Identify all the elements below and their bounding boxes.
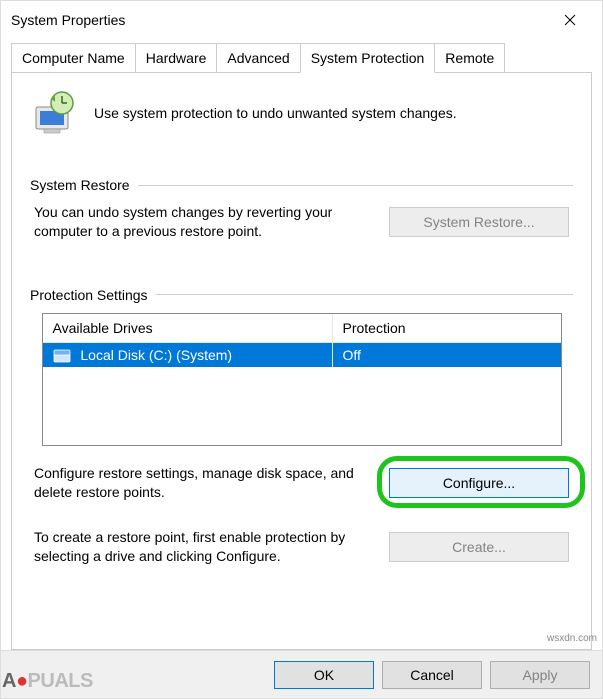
- system-restore-description: You can undo system changes by reverting…: [34, 203, 369, 241]
- dialog-footer: OK Cancel Apply: [1, 650, 602, 698]
- group-header: System Restore: [30, 177, 573, 193]
- drive-cell: Local Disk (C:) (System): [43, 343, 333, 367]
- system-restore-row: You can undo system changes by reverting…: [34, 203, 569, 241]
- tab-system-protection[interactable]: System Protection: [300, 43, 436, 73]
- group-system-restore: System Restore You can undo system chang…: [30, 177, 573, 241]
- table-row[interactable]: Local Disk (C:) (System) Off: [43, 343, 561, 367]
- cancel-button[interactable]: Cancel: [382, 661, 482, 689]
- tab-computer-name[interactable]: Computer Name: [11, 43, 136, 72]
- group-title-system-restore: System Restore: [30, 177, 130, 193]
- configure-row: Configure restore settings, manage disk …: [34, 464, 569, 502]
- intro-text: Use system protection to undo unwanted s…: [94, 105, 457, 121]
- system-properties-window: System Properties Computer Name Hardware…: [0, 0, 603, 699]
- tab-hardware[interactable]: Hardware: [135, 43, 218, 72]
- close-button[interactable]: [547, 5, 592, 35]
- tab-advanced[interactable]: Advanced: [216, 43, 300, 72]
- tab-bar: Computer Name Hardware Advanced System P…: [11, 43, 592, 73]
- table-empty-area: [43, 367, 561, 445]
- drive-icon: [53, 349, 71, 363]
- create-description: To create a restore point, first enable …: [34, 528, 369, 566]
- group-title-protection-settings: Protection Settings: [30, 287, 148, 303]
- tabs-area: Computer Name Hardware Advanced System P…: [1, 39, 602, 650]
- ok-button[interactable]: OK: [274, 661, 374, 689]
- protection-status: Off: [333, 343, 561, 367]
- tab-remote[interactable]: Remote: [434, 43, 505, 72]
- apply-button: Apply: [490, 661, 590, 689]
- configure-button[interactable]: Configure...: [389, 468, 569, 498]
- divider: [156, 294, 573, 295]
- configure-description: Configure restore settings, manage disk …: [34, 464, 369, 502]
- group-header: Protection Settings: [30, 287, 573, 303]
- divider: [138, 185, 573, 186]
- intro-row: Use system protection to undo unwanted s…: [30, 89, 573, 137]
- create-row: To create a restore point, first enable …: [34, 528, 569, 566]
- system-restore-button: System Restore...: [389, 207, 569, 237]
- column-available-drives[interactable]: Available Drives: [43, 314, 333, 342]
- system-protection-icon: [30, 89, 78, 137]
- tab-content: Use system protection to undo unwanted s…: [11, 72, 592, 650]
- close-icon: [564, 14, 576, 26]
- drives-table[interactable]: Available Drives Protection Local Disk (…: [42, 313, 562, 446]
- group-protection-settings: Protection Settings Available Drives Pro…: [30, 287, 573, 566]
- window-title: System Properties: [11, 12, 125, 28]
- drive-name: Local Disk (C:) (System): [80, 347, 232, 363]
- titlebar: System Properties: [1, 1, 602, 39]
- create-button: Create...: [389, 532, 569, 562]
- column-protection[interactable]: Protection: [333, 314, 561, 342]
- table-header: Available Drives Protection: [43, 314, 561, 343]
